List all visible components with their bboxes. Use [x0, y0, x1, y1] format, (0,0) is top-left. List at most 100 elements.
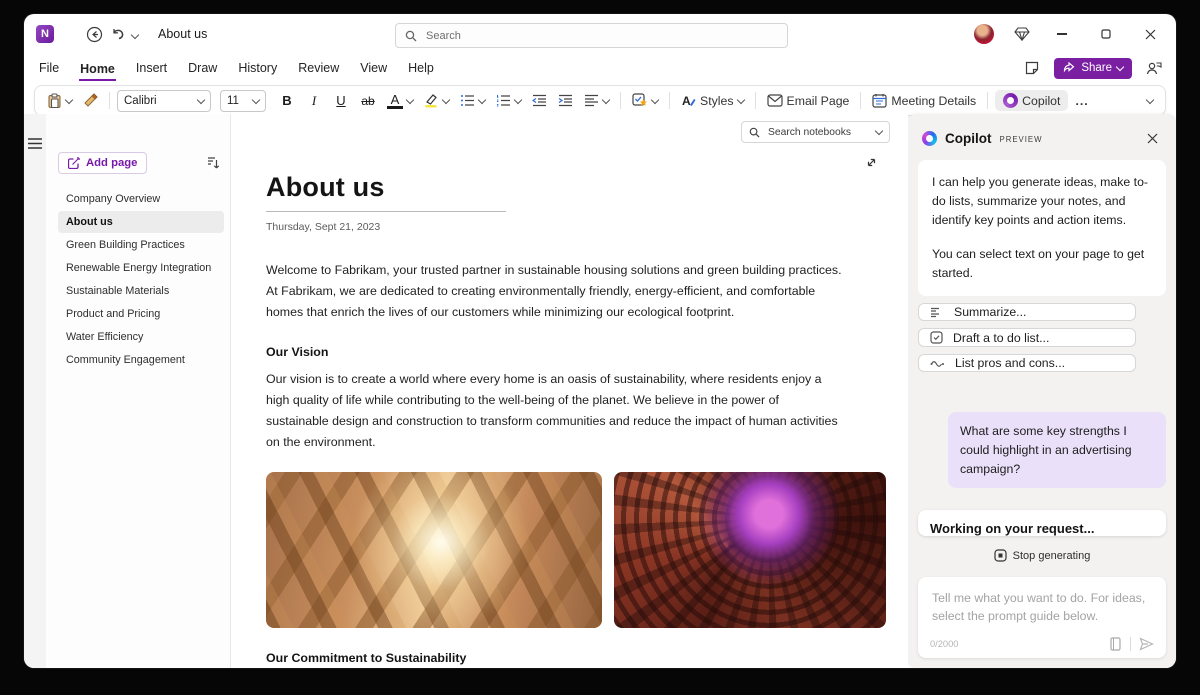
menu-home[interactable]: Home — [79, 60, 116, 81]
stop-generating-button[interactable]: Stop generating — [918, 549, 1166, 562]
sticky-note-icon[interactable] — [1020, 56, 1044, 80]
copilot-panel-title: Copilot — [945, 131, 992, 146]
working-status-text: Working on your request... — [918, 510, 1166, 536]
font-size-value: 11 — [227, 95, 239, 107]
menu-view[interactable]: View — [359, 59, 388, 77]
user-avatar[interactable] — [974, 24, 994, 44]
app-search-box[interactable] — [395, 23, 788, 48]
decrease-indent-button[interactable] — [528, 92, 551, 109]
font-size-select[interactable]: 11 — [220, 90, 266, 112]
back-button[interactable] — [82, 22, 106, 46]
notebook-search-box[interactable] — [741, 121, 890, 143]
page-item-water-efficiency[interactable]: Water Efficiency — [58, 326, 224, 348]
bold-button[interactable]: B — [275, 91, 299, 110]
menu-file[interactable]: File — [38, 59, 60, 77]
commitment-heading: Our Commitment to Sustainability — [266, 651, 888, 665]
copilot-close-icon[interactable] — [1142, 128, 1162, 148]
page-item-about-us[interactable]: About us — [58, 211, 224, 233]
underline-button[interactable]: U — [329, 91, 353, 110]
increase-indent-button[interactable] — [554, 92, 577, 109]
tags-button[interactable] — [628, 91, 662, 110]
copilot-icon — [1003, 93, 1018, 108]
window-tab-title: About us — [158, 27, 207, 41]
character-counter: 0/2000 — [930, 639, 958, 649]
page-item-sustainable-materials[interactable]: Sustainable Materials — [58, 280, 224, 302]
prompt-guide-icon[interactable] — [1109, 637, 1122, 651]
italic-button[interactable]: I — [302, 91, 326, 111]
meeting-details-button[interactable]: Meeting Details — [868, 91, 980, 110]
minimize-button[interactable] — [1050, 22, 1074, 46]
user-message-bubble: What are some key strengths I could high… — [948, 412, 1166, 488]
navigation-rail — [24, 114, 46, 668]
sort-pages-icon[interactable] — [206, 156, 220, 170]
page-item-renewable-energy[interactable]: Renewable Energy Integration — [58, 257, 224, 279]
page-item-company-overview[interactable]: Company Overview — [58, 188, 224, 210]
page-date: Thursday, Sept 21, 2023 — [266, 221, 888, 233]
page-body[interactable]: About us Thursday, Sept 21, 2023 Welcome… — [266, 172, 888, 668]
copilot-intro-card: I can help you generate ideas, make to-d… — [918, 160, 1166, 296]
page-item-community-engagement[interactable]: Community Engagement — [58, 349, 224, 371]
page-item-product-pricing[interactable]: Product and Pricing — [58, 303, 224, 325]
ribbon-overflow-button[interactable]: ... — [1071, 92, 1092, 110]
app-search-input[interactable] — [424, 29, 778, 43]
font-color-button[interactable]: A — [383, 91, 417, 111]
calendar-icon — [872, 93, 887, 108]
suggestion-pros-cons-button[interactable]: List pros and cons... — [918, 354, 1136, 372]
page-list: Company Overview About us Green Building… — [58, 188, 224, 371]
format-painter-button[interactable] — [79, 91, 102, 110]
copilot-button-label: Copilot — [1022, 94, 1060, 108]
notebook-search-input[interactable] — [766, 126, 870, 139]
onenote-logo-icon: N — [36, 25, 54, 43]
working-status-card: Working on your request... — [918, 510, 1166, 536]
copilot-input-card: 0/2000 — [918, 577, 1166, 658]
font-name-select[interactable]: Calibri — [117, 90, 211, 112]
paste-icon — [47, 93, 62, 109]
search-icon — [405, 30, 417, 42]
share-button[interactable]: Share — [1054, 58, 1132, 79]
highlight-button[interactable] — [420, 91, 453, 110]
expand-page-icon[interactable] — [865, 156, 878, 169]
compose-icon — [68, 157, 80, 169]
title-bar: N About us — [24, 14, 1176, 54]
font-name-value: Calibri — [124, 95, 157, 107]
meeting-details-label: Meeting Details — [891, 94, 976, 108]
paste-button[interactable] — [43, 91, 76, 111]
copilot-panel: Copilot PREVIEW I can help you generate … — [908, 114, 1176, 668]
email-page-button[interactable]: Email Page — [763, 92, 854, 110]
premium-gem-icon[interactable] — [1014, 27, 1030, 41]
suggestion-todo-button[interactable]: Draft a to do list... — [918, 328, 1136, 346]
menu-bar: File Home Insert Draw History Review Vie… — [24, 54, 1176, 82]
suggestion-label: Draft a to do list... — [953, 331, 1049, 345]
close-button[interactable] — [1138, 22, 1162, 46]
ribbon-collapse-chevron[interactable] — [1143, 97, 1157, 105]
page-item-green-building[interactable]: Green Building Practices — [58, 234, 224, 256]
wooden-timber-interior-image — [266, 472, 602, 628]
align-button[interactable] — [580, 92, 613, 109]
note-canvas: About us Thursday, Sept 21, 2023 Welcome… — [231, 114, 908, 668]
copilot-toggle-button[interactable]: Copilot — [995, 90, 1068, 111]
menu-draw[interactable]: Draw — [187, 59, 218, 77]
menu-help[interactable]: Help — [407, 59, 435, 77]
hamburger-menu-icon[interactable] — [28, 138, 42, 668]
catch-up-icon[interactable] — [1142, 56, 1166, 80]
add-page-button[interactable]: Add page — [58, 152, 147, 174]
maximize-button[interactable] — [1094, 22, 1118, 46]
strikethrough-button[interactable]: ab — [356, 92, 380, 110]
send-icon[interactable] — [1139, 637, 1154, 651]
search-icon — [749, 127, 760, 138]
suggestion-label: Summarize... — [954, 305, 1026, 319]
image-row — [266, 472, 888, 628]
numbered-list-button[interactable] — [492, 92, 525, 109]
onenote-window: N About us — [24, 14, 1176, 668]
menu-insert[interactable]: Insert — [135, 59, 168, 77]
suggestion-label: List pros and cons... — [955, 356, 1065, 370]
undo-dropdown-chevron-icon[interactable] — [132, 25, 138, 43]
copilot-prompt-input[interactable] — [930, 587, 1154, 633]
bullet-list-button[interactable] — [456, 92, 489, 109]
content-area: Add page Company Overview About us Green… — [24, 114, 1176, 668]
menu-review[interactable]: Review — [297, 59, 340, 77]
menu-history[interactable]: History — [237, 59, 278, 77]
undo-button[interactable] — [106, 22, 130, 46]
styles-button[interactable]: A Styles — [677, 91, 748, 110]
suggestion-summarize-button[interactable]: Summarize... — [918, 303, 1136, 321]
